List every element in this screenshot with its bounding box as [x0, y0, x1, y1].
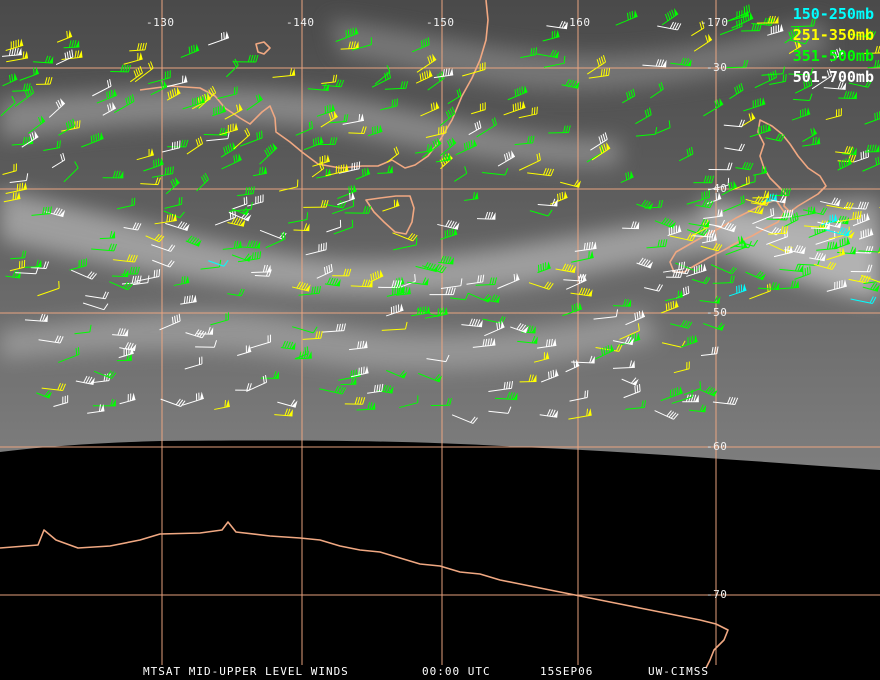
satellite-wind-map	[0, 0, 880, 680]
footer-date: 15SEP06	[540, 665, 594, 678]
lon-label-160: -160	[562, 16, 591, 29]
lat-label-40: -40	[706, 182, 728, 195]
lat-label-30: -30	[706, 61, 728, 74]
footer-product: MTSAT MID-UPPER LEVEL WINDS	[143, 665, 349, 678]
pressure-legend: 150-250mb 251-350mb 351-500mb 501-700mb	[793, 4, 874, 88]
lon-label-140: -140	[286, 16, 315, 29]
lat-label-70: -70	[706, 588, 728, 601]
legend-150-250: 150-250mb	[792, 5, 874, 23]
lon-label-130: -130	[146, 16, 175, 29]
lat-label-50: -50	[706, 306, 728, 319]
lon-label-150: -150	[426, 16, 455, 29]
footer-source: UW-CIMSS	[648, 665, 709, 678]
product-footer: MTSAT MID-UPPER LEVEL WINDS 00:00 UTC 15…	[0, 665, 880, 679]
legend-351-500: 351-500mb	[792, 47, 874, 65]
legend-251-350: 251-350mb	[792, 26, 874, 44]
lon-label-170: -170	[700, 16, 729, 29]
legend-501-700: 501-700mb	[792, 68, 874, 86]
footer-time: 00:00 UTC	[422, 665, 491, 678]
lat-label-60: -60	[706, 440, 728, 453]
